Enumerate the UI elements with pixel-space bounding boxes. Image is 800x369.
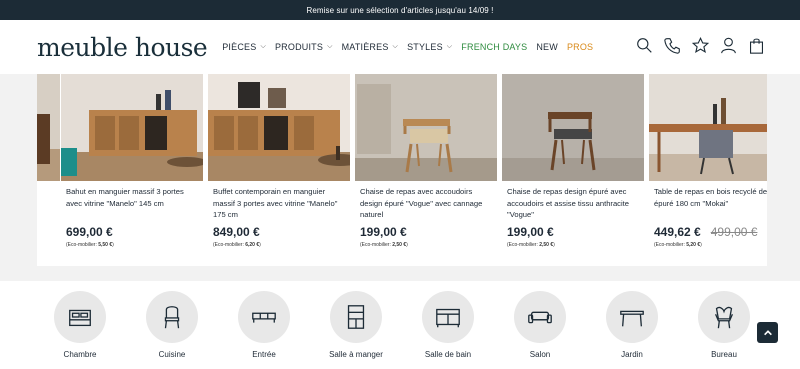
vanity-icon [436, 308, 460, 328]
product-image [61, 74, 203, 181]
eco-mobilier: (Eco-mobilier: 2,50 €) [360, 242, 408, 248]
product-image [208, 74, 350, 181]
phone-icon[interactable] [664, 37, 681, 59]
table-icon [620, 310, 644, 327]
category-salon[interactable]: Salon [495, 291, 585, 359]
eco-mobilier: (Eco-mobilier: 6,20 €) [213, 242, 261, 248]
category-chambre[interactable]: Chambre [35, 291, 125, 359]
nav-item-produits[interactable]: PRODUITS ⌵ [275, 42, 333, 52]
product-title[interactable]: Buffet contemporain en manguier massif 3… [208, 181, 350, 221]
eco-mobilier: (Eco-mobilier: 5,20 €) [654, 242, 702, 248]
product-card[interactable]: Chaise de repas design épuré avec accoud… [502, 74, 644, 266]
star-icon[interactable] [691, 36, 710, 59]
product-old-price: 499,00 € [710, 225, 758, 239]
product-price: 699,00 € [66, 225, 113, 239]
chair-icon [164, 306, 180, 329]
product-list: Bahut en manguier massif 3 portes avec v… [37, 74, 767, 266]
product-price: 449,62 € [654, 225, 701, 239]
promo-banner[interactable]: Remise sur une sélection d'articles jusq… [0, 0, 800, 20]
category-bureau[interactable]: Bureau [679, 291, 769, 359]
chevron-down-icon: ⌵ [327, 43, 333, 50]
product-image [649, 74, 767, 181]
product-card[interactable]: Bahut en manguier massif 3 portes avec v… [61, 74, 203, 266]
product-image [502, 74, 644, 181]
nav-item-french-days[interactable]: FRENCH DAYS [461, 42, 527, 52]
product-price: 849,00 € [213, 225, 260, 239]
cabinet-icon [347, 305, 365, 329]
scroll-to-top-button[interactable] [757, 322, 778, 343]
site-header: meuble house PIÈCES ⌵ PRODUITS ⌵ MATIÈRES ⌵… [0, 20, 800, 74]
category-salle-de-bain[interactable]: Salle de bain [403, 291, 493, 359]
chevron-down-icon: ⌵ [260, 43, 266, 50]
search-icon[interactable] [636, 37, 653, 59]
bed-icon [69, 309, 91, 327]
main-nav: PIÈCES ⌵ PRODUITS ⌵ MATIÈRES ⌵ STYLES ⌵ FREN… [222, 42, 593, 52]
eco-mobilier: (Eco-mobilier: 5,50 €) [66, 242, 114, 248]
category-salle-a-manger[interactable]: Salle à manger [311, 291, 401, 359]
category-bar: Chambre Cuisine Entrée Salle à manger Sa… [0, 281, 800, 369]
nav-item-new[interactable]: NEW [536, 42, 558, 52]
site-logo[interactable]: meuble house [37, 33, 208, 62]
armchair-icon [714, 306, 734, 329]
sofa-icon [528, 311, 552, 324]
product-card-partial[interactable] [37, 74, 60, 266]
chevron-down-icon: ⌵ [392, 43, 399, 50]
eco-mobilier: (Eco-mobilier: 2,50 €) [507, 242, 555, 248]
user-icon[interactable] [720, 37, 737, 59]
header-icons [636, 36, 765, 59]
nav-item-matieres[interactable]: MATIÈRES ⌵ [342, 42, 398, 52]
chevron-up-icon [763, 329, 772, 335]
promo-text: Remise sur une sélection d'articles jusq… [306, 5, 494, 15]
product-title[interactable]: Bahut en manguier massif 3 portes avec v… [61, 181, 203, 221]
category-cuisine[interactable]: Cuisine [127, 291, 217, 359]
nav-item-pros[interactable]: PROS [567, 42, 593, 52]
category-entree[interactable]: Entrée [219, 291, 309, 359]
bag-icon[interactable] [748, 37, 765, 59]
chevron-down-icon: ⌵ [446, 43, 453, 50]
nav-item-styles[interactable]: STYLES ⌵ [407, 42, 452, 52]
product-card[interactable]: Table de repas en bois recyclé design ép… [649, 74, 767, 266]
product-price: 199,00 € [507, 225, 554, 239]
product-card[interactable]: Chaise de repas avec accoudoirs design é… [355, 74, 497, 266]
console-icon [252, 312, 276, 323]
product-carousel: Bahut en manguier massif 3 portes avec v… [0, 74, 800, 266]
product-title[interactable]: Chaise de repas design épuré avec accoud… [502, 181, 644, 221]
product-price: 199,00 € [360, 225, 407, 239]
nav-item-pieces[interactable]: PIÈCES ⌵ [222, 42, 266, 52]
product-title[interactable]: Chaise de repas avec accoudoirs design é… [355, 181, 497, 221]
product-title[interactable]: Table de repas en bois recyclé design ép… [649, 181, 767, 221]
category-jardin[interactable]: Jardin [587, 291, 677, 359]
product-image [37, 74, 60, 181]
product-image [355, 74, 497, 181]
product-card[interactable]: Buffet contemporain en manguier massif 3… [208, 74, 350, 266]
